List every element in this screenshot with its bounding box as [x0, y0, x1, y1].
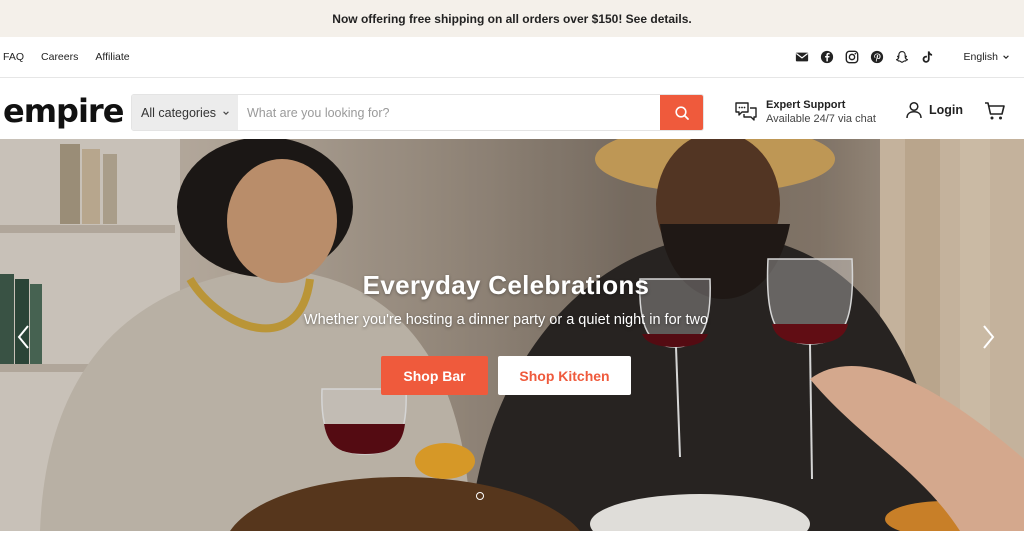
hero-slideshow: Everyday Celebrations Whether you're hos… [0, 139, 1024, 531]
hero-subtitle: Whether you're hosting a dinner party or… [303, 312, 709, 328]
category-label: All categories [141, 105, 217, 120]
login-link[interactable]: Login [905, 101, 963, 119]
search-button[interactable] [660, 95, 703, 130]
pinterest-icon[interactable] [870, 50, 884, 64]
chevron-down-icon [1003, 55, 1009, 59]
facebook-icon[interactable] [820, 50, 834, 64]
previous-slide-arrow[interactable] [14, 323, 34, 351]
support-text: Expert Support Available 24/7 via chat [766, 98, 876, 126]
page-content-below-hero [0, 531, 1024, 559]
next-slide-arrow[interactable] [978, 323, 998, 351]
support-subtitle: Available 24/7 via chat [766, 113, 876, 125]
tiktok-icon[interactable] [920, 50, 934, 64]
utility-bar: FAQ Careers Affiliate English [0, 37, 1024, 78]
chevron-down-icon [223, 110, 229, 115]
shop-kitchen-button[interactable]: Shop Kitchen [498, 356, 631, 395]
search-bar: All categories [131, 94, 704, 131]
language-selector[interactable]: English [964, 51, 1010, 63]
language-label: English [963, 51, 998, 63]
chat-icon [735, 102, 757, 121]
social-links [795, 50, 934, 64]
shop-bar-button[interactable]: Shop Bar [381, 356, 488, 395]
instagram-icon[interactable] [845, 50, 859, 64]
utility-links: FAQ Careers Affiliate [3, 51, 130, 63]
category-select[interactable]: All categories [132, 95, 238, 130]
search-input[interactable] [238, 95, 660, 130]
cart-button[interactable] [984, 101, 1006, 126]
support-title: Expert Support [766, 99, 846, 111]
snapchat-icon[interactable] [895, 50, 909, 64]
careers-link[interactable]: Careers [41, 51, 78, 63]
login-label: Login [929, 103, 964, 117]
hero-title: Everyday Celebrations [362, 270, 650, 300]
site-header: empire All categories Expert Support Ava… [0, 78, 1024, 139]
announcement-text[interactable]: Now offering free shipping on all orders… [332, 12, 691, 26]
user-icon [906, 101, 922, 119]
email-icon[interactable] [795, 50, 809, 64]
faq-link[interactable]: FAQ [3, 51, 24, 63]
expert-support[interactable]: Expert Support Available 24/7 via chat [734, 98, 876, 126]
slide-dot[interactable] [476, 492, 484, 500]
search-icon [674, 105, 689, 120]
affiliate-link[interactable]: Affiliate [95, 51, 129, 63]
announcement-bar[interactable]: Now offering free shipping on all orders… [0, 0, 1024, 37]
hero-overlay [0, 139, 1024, 531]
site-logo[interactable]: empire [3, 92, 124, 130]
cart-icon [985, 102, 1005, 120]
utility-right: English [795, 50, 1010, 64]
